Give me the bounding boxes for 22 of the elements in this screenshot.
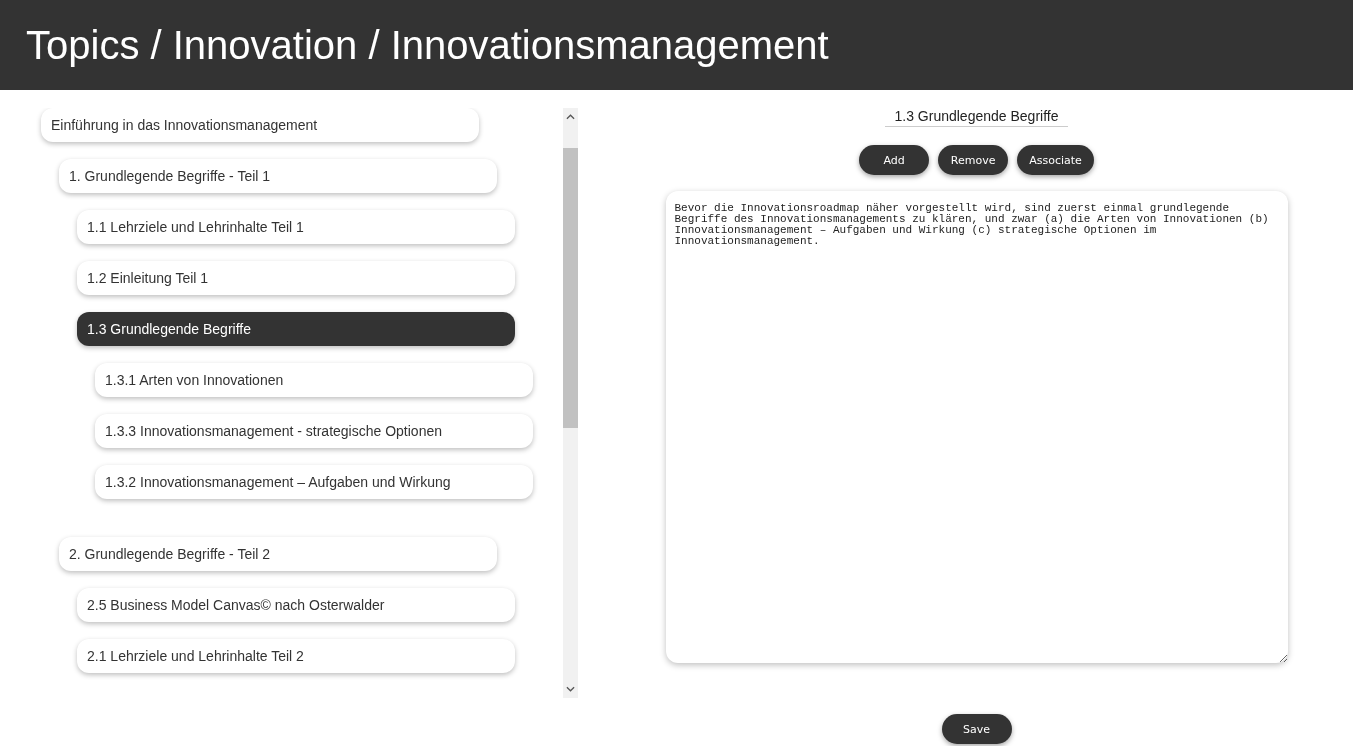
action-button[interactable]: Remove xyxy=(938,145,1009,175)
tree-item[interactable]: 1.3 Grundlegende Begriffe xyxy=(77,312,515,346)
tree-item[interactable]: 2.5 Business Model Canvas© nach Osterwalder xyxy=(77,588,515,622)
breadcrumb: Topics / Innovation / Innovationsmanagement xyxy=(26,22,829,68)
section-title: 1.3 Grundlegende Begriffe xyxy=(884,108,1069,127)
tree-item[interactable]: Einführung in das Innovationsmanagement xyxy=(41,108,479,142)
tree-item[interactable]: 2.1 Lehrziele und Lehrinhalte Teil 2 xyxy=(77,639,515,673)
tree-item[interactable]: 1.1 Lehrziele und Lehrinhalte Teil 1 xyxy=(77,210,515,244)
scrollbar[interactable] xyxy=(563,108,578,698)
scrollbar-thumb[interactable] xyxy=(563,148,578,428)
tree-item[interactable]: 1. Grundlegende Begriffe - Teil 1 xyxy=(59,159,497,193)
tree-item[interactable]: 1.3.3 Innovationsmanagement - strategische Optionen xyxy=(95,414,533,448)
tree-item[interactable]: 1.3.2 Innovationsmanagement – Aufgaben und Wirkung xyxy=(95,465,533,499)
tree-item[interactable]: 1.3.1 Arten von Innovationen xyxy=(95,363,533,397)
tree-item[interactable]: 1.2 Einleitung Teil 1 xyxy=(77,261,515,295)
tree-item[interactable]: 2. Grundlegende Begriffe - Teil 2 xyxy=(59,537,497,571)
scroll-up-icon[interactable] xyxy=(566,114,575,120)
save-button[interactable]: Save xyxy=(941,714,1012,744)
scroll-down-icon[interactable] xyxy=(566,686,575,692)
action-button[interactable]: Add xyxy=(859,145,930,175)
content-textarea[interactable]: Bevor die Innovationsroadmap näher vorgestellt wird, sind zuerst einmal grundlegende Begriffe des Innovationsmanagements zu klären, und zwar (a) die Arten von Innovationen (b) Innovationsmanagement – Aufgaben und Wirkung (c) strategische Optionen im Innovationsmanagement. xyxy=(665,191,1288,663)
action-button[interactable]: Associate xyxy=(1017,145,1094,175)
